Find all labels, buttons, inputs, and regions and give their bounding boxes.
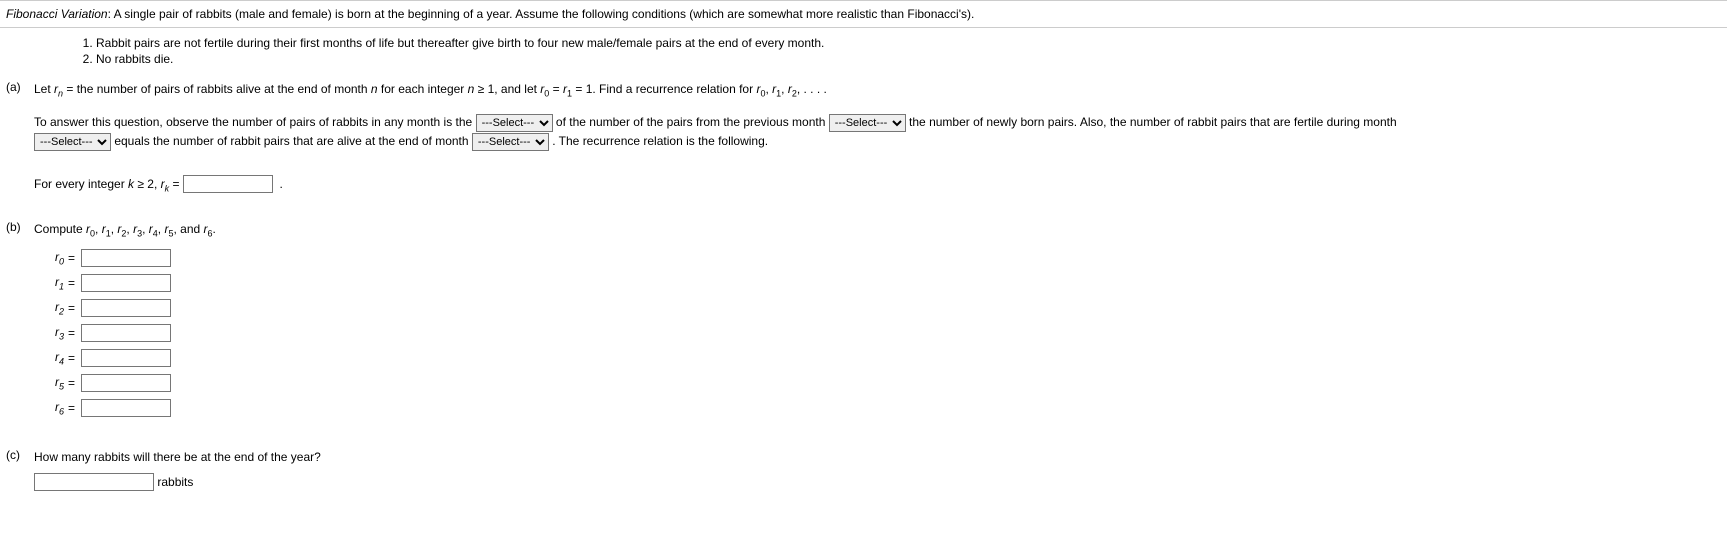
r6-row: r6 = (34, 399, 1721, 417)
select-1[interactable]: ---Select--- (476, 114, 553, 132)
select-3[interactable]: ---Select--- (34, 133, 111, 151)
r1-input[interactable] (81, 274, 171, 292)
select-2[interactable]: ---Select--- (829, 114, 906, 132)
part-b-prompt: Compute r0, r1, r2, r3, r4, r5, and r6. (34, 220, 1721, 241)
part-a: (a) Let rn = the number of pairs of rabb… (6, 80, 1721, 196)
conditions-list: Rabbit pairs are not fertile during thei… (6, 36, 1721, 66)
r4-input[interactable] (81, 349, 171, 367)
part-c-label: (c) (6, 448, 34, 462)
r5-input[interactable] (81, 374, 171, 392)
r0-row: r0 = (34, 249, 1721, 267)
part-b-label: (b) (6, 220, 34, 234)
select-4[interactable]: ---Select--- (472, 133, 549, 151)
condition-item: No rabbits die. (96, 52, 1721, 66)
r0-input[interactable] (81, 249, 171, 267)
r5-row: r5 = (34, 374, 1721, 392)
condition-item: Rabbit pairs are not fertile during thei… (96, 36, 1721, 50)
part-c-prompt: How many rabbits will there be at the en… (34, 448, 1721, 467)
r6-input[interactable] (81, 399, 171, 417)
part-a-line2: To answer this question, observe the num… (34, 113, 1721, 132)
r4-row: r4 = (34, 349, 1721, 367)
r1-row: r1 = (34, 274, 1721, 292)
r2-row: r2 = (34, 299, 1721, 317)
r3-row: r3 = (34, 324, 1721, 342)
c-input[interactable] (34, 473, 154, 491)
problem-title: Fibonacci Variation (6, 7, 108, 21)
problem-title-rest: : A single pair of rabbits (male and fem… (108, 7, 975, 21)
part-a-label: (a) (6, 80, 34, 94)
rk-input[interactable] (183, 175, 273, 193)
r3-input[interactable] (81, 324, 171, 342)
var-n: n (371, 82, 378, 96)
r2-input[interactable] (81, 299, 171, 317)
part-a-line3: ---Select--- equals the number of rabbit… (34, 132, 1721, 151)
part-a-recurrence: For every integer k ≥ 2, rk = . (34, 175, 1721, 196)
part-a-line1: Let rn = the number of pairs of rabbits … (34, 80, 1721, 101)
part-c: (c) How many rabbits will there be at th… (6, 448, 1721, 491)
c-unit: rabbits (157, 475, 193, 489)
part-b: (b) Compute r0, r1, r2, r3, r4, r5, and … (6, 220, 1721, 424)
